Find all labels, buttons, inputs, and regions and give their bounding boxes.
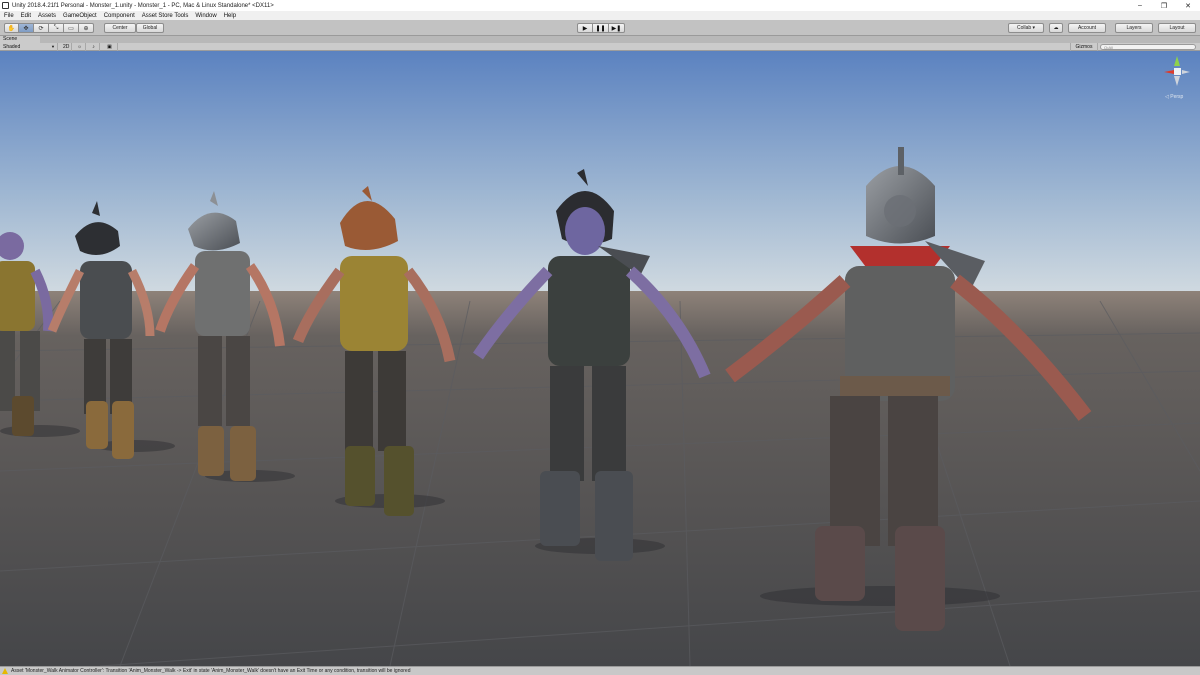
menu-gameobject[interactable]: GameObject [63,13,97,19]
menu-assets[interactable]: Assets [38,13,56,19]
warning-icon [2,668,8,674]
menu-bar: File Edit Assets GameObject Component As… [0,11,1200,20]
search-placeholder: Q•All [1104,45,1113,50]
close-button[interactable]: ✕ [1176,0,1200,11]
menu-window[interactable]: Window [195,13,216,19]
shading-mode-dropdown[interactable]: Shaded ▼ [0,43,58,51]
chevron-down-icon: ▼ [51,44,55,49]
scale-tool-icon[interactable]: ⤡ [49,23,64,33]
account-dropdown[interactable]: Account [1068,23,1106,33]
scene-tab-bar: Scene [0,36,1200,43]
maximize-button[interactable]: ❐ [1152,0,1176,11]
account-label: Account [1077,25,1097,31]
console-message[interactable]: Asset 'Monster_Walk Animator Controller'… [11,668,411,674]
space-label: Global [142,25,158,31]
layout-dropdown[interactable]: Layout [1158,23,1196,33]
transform-tools: ✋ ✥ ⟳ ⤡ ▭ ⊕ [4,23,94,33]
audio-icon[interactable]: ♪ [88,43,100,51]
pivot-label: Center [112,25,128,31]
menu-edit[interactable]: Edit [21,13,31,19]
scene-search-input[interactable]: Q•All [1100,44,1196,50]
pivot-center-toggle[interactable]: Center [104,23,136,33]
unity-logo-icon [2,2,9,9]
main-toolbar: ✋ ✥ ⟳ ⤡ ▭ ⊕ Center Global ▶ ❚❚ ▶❚ Collab… [0,20,1200,36]
collab-label: Collab ▾ [1016,25,1036,31]
pause-icon[interactable]: ❚❚ [593,23,609,33]
shading-mode-label: Shaded [3,44,21,50]
move-tool-icon[interactable]: ✥ [19,23,34,33]
window-title: Unity 2018.4.21f1 Personal - Monster_1.u… [12,2,274,9]
menu-asset-store-tools[interactable]: Asset Store Tools [142,13,189,19]
layers-dropdown[interactable]: Layers [1115,23,1153,33]
scene-render [0,51,1200,666]
menu-help[interactable]: Help [224,13,236,19]
status-bar[interactable]: Asset 'Monster_Walk Animator Controller'… [0,666,1200,675]
2d-toggle[interactable]: 2D [60,43,72,51]
collab-button[interactable]: Collab ▾ [1008,23,1044,33]
hand-tool-icon[interactable]: ✋ [4,23,19,33]
transform-tool-icon[interactable]: ⊕ [79,23,94,33]
layout-label: Layout [1169,25,1185,31]
layers-label: Layers [1126,25,1142,31]
gizmos-label: Gizmos [1075,44,1093,50]
gizmos-dropdown[interactable]: Gizmos [1070,43,1098,51]
effects-icon[interactable]: ▣ [102,43,118,51]
persp-label[interactable]: ◁ Persp [1165,94,1183,100]
play-icon[interactable]: ▶ [577,23,593,33]
tab-scene[interactable]: Scene [0,36,40,43]
scene-toolbar: Shaded ▼ 2D ☼ ♪ ▣ Gizmos Q•All [0,43,1200,51]
scene-viewport[interactable]: ◁ Persp [0,51,1200,666]
lighting-icon[interactable]: ☼ [74,43,86,51]
menu-component[interactable]: Component [104,13,135,19]
menu-file[interactable]: File [4,13,14,19]
window-controls: – ❐ ✕ [1128,0,1200,11]
title-bar: Unity 2018.4.21f1 Personal - Monster_1.u… [0,0,1200,11]
step-icon[interactable]: ▶❚ [609,23,625,33]
play-controls: ▶ ❚❚ ▶❚ [577,23,625,33]
cloud-icon[interactable]: ☁ [1049,23,1063,33]
rotate-tool-icon[interactable]: ⟳ [34,23,49,33]
space-global-toggle[interactable]: Global [136,23,164,33]
rect-tool-icon[interactable]: ▭ [64,23,79,33]
minimize-button[interactable]: – [1128,0,1152,11]
